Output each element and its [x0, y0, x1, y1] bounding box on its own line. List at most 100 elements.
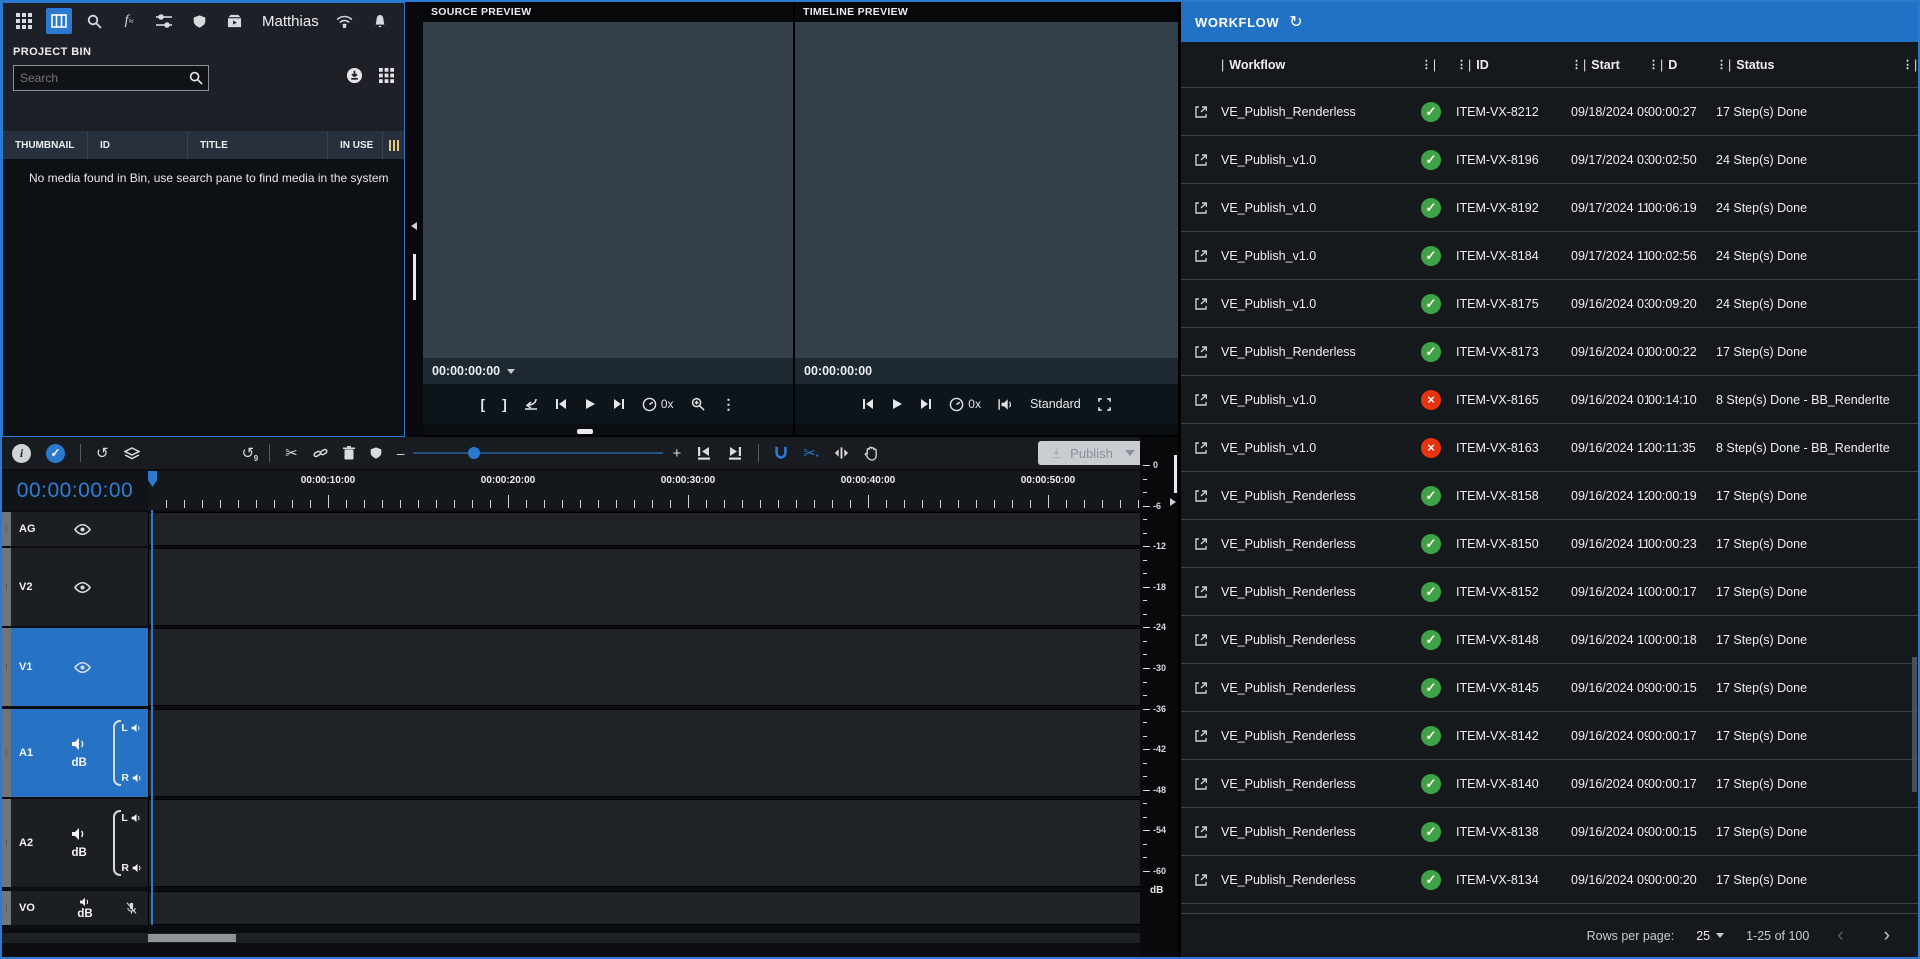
timeline-ruler[interactable]: 00:00:10:0000:00:20:0000:00:30:0000:00:4… [148, 471, 1140, 510]
grid-view-icon[interactable] [379, 68, 394, 83]
workflow-row[interactable]: VE_Publish_Renderless✓ITEM-VX-814809/16/… [1181, 616, 1918, 664]
undo-history-icon[interactable]: ↺9 [242, 446, 255, 461]
workflow-row[interactable]: VE_Publish_Renderless✓ITEM-VX-815009/16/… [1181, 520, 1918, 568]
insert-to-timeline-icon[interactable] [524, 398, 538, 410]
select-mode-icon[interactable]: ✓ [46, 444, 65, 463]
workflow-row[interactable]: VE_Publish_Renderless✓ITEM-VX-814509/16/… [1181, 664, 1918, 712]
channel-l[interactable]: L [121, 812, 143, 824]
wifi-icon[interactable] [332, 8, 358, 34]
open-workflow-icon[interactable] [1193, 104, 1209, 120]
column-id[interactable]: ⋮|ID [1456, 58, 1571, 72]
track-lane-a2[interactable] [148, 799, 1140, 887]
column-workflow[interactable]: |Workflow [1221, 58, 1406, 72]
db-toggle[interactable]: dB [77, 908, 92, 920]
hand-icon[interactable] [864, 446, 877, 461]
track-drag-handle[interactable]: ⋮ [2, 628, 11, 706]
open-workflow-icon[interactable] [1193, 248, 1209, 264]
chevron-down-icon[interactable] [507, 369, 515, 374]
column-start[interactable]: ⋮|Start [1571, 58, 1648, 72]
scrollbar-thumb[interactable] [148, 934, 236, 942]
track-header-a2[interactable]: ⋮A2dBL R [2, 799, 148, 887]
workflow-row[interactable]: VE_Publish_v1.0✓ITEM-VX-819609/17/2024 0… [1181, 136, 1918, 184]
track-lane-a1[interactable] [148, 709, 1140, 797]
bin-column-title[interactable]: TITLE [188, 131, 328, 159]
username-label[interactable]: Matthias [262, 13, 319, 30]
notifications-bell-icon[interactable] [367, 8, 393, 34]
search-field[interactable] [13, 65, 209, 91]
search-icon[interactable] [81, 8, 107, 34]
audio-monitor-icon[interactable] [998, 398, 1013, 411]
info-icon[interactable]: i [12, 444, 31, 463]
speed-gauge-icon[interactable]: 0x [949, 397, 981, 412]
more-options-icon[interactable]: ⋮ [722, 396, 736, 413]
column-settings-icon[interactable] [383, 131, 404, 159]
track-header-ag[interactable]: ⋮AG [2, 512, 148, 546]
track-header-v1[interactable]: ⋮V1 [2, 628, 148, 706]
source-timecode[interactable]: 00:00:00:00 [432, 364, 500, 378]
open-workflow-icon[interactable] [1193, 344, 1209, 360]
expand-right-icon[interactable] [1170, 498, 1176, 506]
refresh-icon[interactable]: ↻ [1289, 12, 1303, 32]
track-lane-v2[interactable] [148, 548, 1140, 626]
track-drag-handle[interactable]: ⋮ [2, 709, 11, 797]
workflow-row[interactable]: VE_Publish_v1.0✓ITEM-VX-817509/16/2024 0… [1181, 280, 1918, 328]
zoom-in-icon[interactable] [691, 397, 705, 411]
skip-forward-icon[interactable] [920, 398, 932, 410]
workflow-row[interactable]: VE_Publish_Renderless✓ITEM-VX-813809/16/… [1181, 808, 1918, 856]
cut-icon[interactable]: ✂ [285, 446, 298, 461]
workflow-row[interactable]: VE_Publish_Renderless✓ITEM-VX-815209/16/… [1181, 568, 1918, 616]
skip-forward-icon[interactable] [613, 398, 625, 410]
workflow-row[interactable]: VE_Publish_Renderless✓ITEM-VX-821209/18/… [1181, 88, 1918, 136]
razor-icon[interactable]: ✂▪ [803, 446, 818, 461]
marker-icon[interactable] [370, 446, 382, 460]
quality-selector[interactable]: Standard [1030, 397, 1081, 411]
link-icon[interactable] [313, 446, 328, 460]
mark-out-icon[interactable]: ] [502, 396, 507, 412]
eye-icon[interactable] [73, 581, 92, 594]
workflow-row[interactable]: VE_Publish_v1.0✓ITEM-VX-818409/17/2024 1… [1181, 232, 1918, 280]
layers-icon[interactable] [124, 447, 140, 460]
open-workflow-icon[interactable] [1193, 536, 1209, 552]
eye-icon[interactable] [73, 523, 92, 536]
previous-page-icon[interactable]: ‹ [1831, 926, 1849, 945]
track-lane-v1[interactable] [148, 628, 1140, 706]
search-input[interactable] [14, 66, 208, 90]
snap-magnet-icon[interactable] [774, 446, 788, 460]
skip-back-icon[interactable] [862, 398, 874, 410]
export-box-icon[interactable] [221, 8, 247, 34]
workflow-row[interactable]: VE_Publish_Renderless✓ITEM-VX-814209/16/… [1181, 712, 1918, 760]
open-workflow-icon[interactable] [1193, 728, 1209, 744]
channel-l[interactable]: L [121, 722, 143, 734]
skip-back-icon[interactable] [555, 398, 567, 410]
bin-scrollbar-thumb[interactable] [413, 254, 416, 300]
play-icon[interactable] [891, 398, 903, 410]
track-header-v2[interactable]: ⋮V2 [2, 548, 148, 626]
workflow-row[interactable]: VE_Publish_v1.0×ITEM-VX-816509/16/2024 0… [1181, 376, 1918, 424]
apps-grid-icon[interactable] [11, 8, 37, 34]
db-toggle[interactable]: dB [72, 847, 87, 859]
column-duration[interactable]: ⋮|D [1648, 58, 1716, 72]
workflow-row[interactable]: VE_Publish_Renderless✓ITEM-VX-815809/16/… [1181, 472, 1918, 520]
audio-mixer-icon[interactable] [151, 8, 177, 34]
open-workflow-icon[interactable] [1193, 488, 1209, 504]
effects-icon[interactable]: f≈ [116, 8, 142, 34]
next-page-icon[interactable]: › [1878, 926, 1896, 945]
import-status-icon[interactable] [346, 67, 363, 84]
speaker-icon[interactable] [71, 827, 87, 841]
collapse-left-icon[interactable] [411, 222, 417, 230]
bin-column-inuse[interactable]: IN USE [328, 131, 383, 159]
zoom-slider[interactable]: – + [397, 445, 682, 462]
track-header-a1[interactable]: ⋮A1dBL R [2, 709, 148, 797]
track-lane-ag[interactable] [148, 512, 1140, 546]
trim-icon[interactable] [834, 447, 849, 459]
workflow-row[interactable]: VE_Publish_Renderless✓ITEM-VX-813409/16/… [1181, 856, 1918, 904]
db-toggle[interactable]: dB [72, 757, 87, 769]
sync-icon[interactable]: ↺ [96, 446, 109, 461]
channel-r[interactable]: R [121, 862, 143, 874]
panel-resize-handle[interactable] [577, 429, 593, 434]
workflow-row[interactable]: VE_Publish_Renderless✓ITEM-VX-817309/16/… [1181, 328, 1918, 376]
zoom-slider-track[interactable] [413, 452, 663, 454]
timeline-vertical-scrollbar[interactable] [1174, 455, 1177, 493]
track-drag-handle[interactable]: ⋮ [2, 891, 11, 925]
workflow-row[interactable]: ✓ [1181, 904, 1918, 913]
